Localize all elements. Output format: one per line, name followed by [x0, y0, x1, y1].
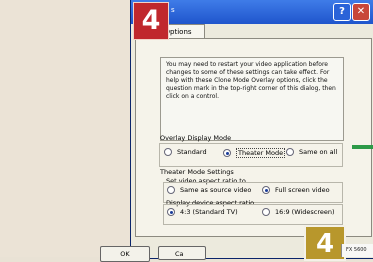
radio-standard[interactable]: Standard — [164, 148, 207, 156]
question-icon: ? — [339, 6, 345, 17]
background-text — [4, 106, 124, 116]
background-text — [4, 66, 124, 76]
background-text — [4, 156, 124, 166]
radio-label: Same on all — [299, 148, 338, 156]
radio-label: 4:3 (Standard TV) — [180, 208, 238, 216]
radio-icon — [164, 148, 172, 156]
background-text — [4, 56, 124, 66]
radio-full-screen-video[interactable]: Full screen video — [262, 186, 330, 194]
background-text — [4, 216, 124, 226]
radio-label: Full screen video — [275, 186, 330, 194]
background-text — [4, 166, 124, 176]
radio-icon — [286, 148, 294, 156]
theater-settings-title: Theater Mode Settings — [160, 168, 234, 176]
info-text: You may need to restart your video appli… — [166, 61, 336, 100]
step-number-badge: 4 — [133, 2, 169, 40]
background-text — [4, 16, 124, 26]
radio-icon — [167, 186, 175, 194]
radio-selected-icon — [262, 186, 270, 194]
background-text — [4, 76, 124, 86]
background-text — [4, 236, 124, 246]
popup-text: FX 5600 — [346, 247, 367, 253]
background-text — [4, 146, 124, 156]
radio-selected-icon — [167, 208, 175, 216]
callout-arrow — [352, 145, 373, 149]
radio-label: 16:9 (Widescreen) — [275, 208, 335, 216]
radio-label: Same as source video — [180, 186, 252, 194]
tab-strip: e Options — [135, 24, 371, 39]
background-text — [4, 116, 124, 126]
radio-icon — [262, 208, 270, 216]
background-text — [4, 6, 124, 16]
background-text — [4, 196, 124, 206]
radio-label: Standard — [177, 148, 207, 156]
background-text — [4, 186, 124, 196]
close-button[interactable]: ✕ — [352, 3, 370, 21]
overlay-mode-title: Overlay Display Mode — [160, 134, 232, 142]
magazine-background — [0, 0, 130, 257]
background-text — [4, 26, 124, 36]
radio-theater-mode[interactable]: Theater Mode — [223, 148, 286, 158]
background-text — [4, 86, 124, 96]
background-text — [4, 136, 124, 146]
close-icon: ✕ — [356, 6, 366, 17]
step-number-badge: 4 — [304, 225, 346, 261]
radio-same-as-source[interactable]: Same as source video — [167, 186, 251, 194]
radio-4-3-standard[interactable]: 4:3 (Standard TV) — [167, 208, 238, 216]
info-box: You may need to restart your video appli… — [160, 57, 344, 141]
ok-button[interactable]: OK — [100, 246, 150, 262]
radio-selected-icon — [223, 149, 231, 157]
background-text — [4, 96, 124, 106]
cancel-button[interactable]: Ca — [158, 246, 206, 260]
background-text — [4, 126, 124, 136]
radio-label: Theater Mode — [236, 148, 286, 158]
window-title: s — [171, 6, 175, 14]
radio-same-on-all[interactable]: Same on all — [286, 148, 337, 156]
help-button[interactable]: ? — [333, 3, 351, 21]
background-text — [4, 176, 124, 186]
background-text — [4, 206, 124, 216]
background-text — [4, 226, 124, 236]
popup-window-fragment: FX 5600 — [341, 244, 373, 257]
radio-16-9-widescreen[interactable]: 16:9 (Widescreen) — [262, 208, 335, 216]
background-text — [4, 46, 124, 56]
background-text — [4, 36, 124, 46]
options-panel: You may need to restart your video appli… — [135, 38, 372, 237]
